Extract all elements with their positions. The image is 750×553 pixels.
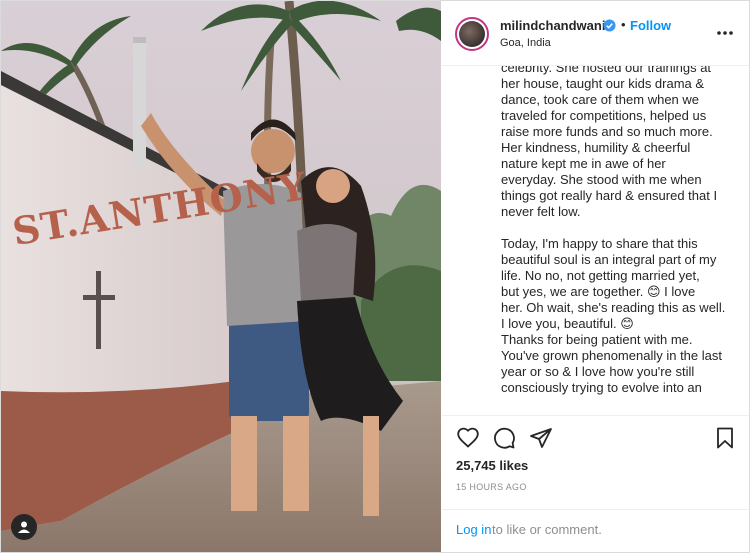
caption-line: Her kindness, humility & cheerful xyxy=(501,140,691,155)
tagged-users-button[interactable] xyxy=(11,514,37,540)
paper-plane-icon[interactable] xyxy=(529,426,553,450)
login-prompt-text: to like or comment. xyxy=(492,522,602,537)
caption-line: Thanks for being patient with me. xyxy=(501,332,693,347)
caption-line: dance, took care of them when we xyxy=(501,92,700,107)
post-photo[interactable]: ST.ANTHONY xyxy=(1,1,441,552)
post-header: milindchandwani • Follow Goa, India xyxy=(442,1,749,66)
caption-line: beautiful soul is an integral part of my xyxy=(501,252,717,267)
comment-icon[interactable] xyxy=(492,426,516,450)
post-actions: 25,745 likes 15 HOURS AGO Log in to like… xyxy=(442,415,749,553)
caption-line: everyday. She stood with me when xyxy=(501,172,702,187)
likes-count[interactable]: 25,745 likes xyxy=(456,458,528,473)
instagram-post: ST.ANTHONY milindchandwani • Follow Goa,… xyxy=(0,0,750,553)
user-tag-icon xyxy=(18,521,30,533)
verified-badge-icon xyxy=(603,19,616,32)
caption-line: life. No no, not getting married yet, xyxy=(501,268,700,283)
avatar[interactable] xyxy=(455,17,489,51)
caption-line: You've grown phenomenally in the last xyxy=(501,348,722,363)
caption-line: raise more funds and so much more. xyxy=(501,124,713,139)
login-link[interactable]: Log in xyxy=(456,522,491,537)
bookmark-icon[interactable] xyxy=(713,426,737,450)
caption-line: year or so & I love how you're still xyxy=(501,364,695,379)
caption-line: her house, taught our kids drama & xyxy=(501,76,705,91)
caption-line: Today, I'm happy to share that this xyxy=(501,236,698,251)
username-link[interactable]: milindchandwani xyxy=(500,18,605,33)
separator-dot: • xyxy=(621,17,626,32)
more-options-icon[interactable] xyxy=(715,23,735,43)
photo-scene xyxy=(1,1,441,552)
caption-scroll-area[interactable]: celebrity. She hosted our trainings at h… xyxy=(442,66,749,415)
caption-line: things got really hard & ensured that I xyxy=(501,188,718,203)
caption-line: her. Oh wait, she's reading this as well… xyxy=(501,300,726,315)
caption-line: traveled for competitions, helped us xyxy=(501,108,707,123)
avatar-image xyxy=(459,21,485,47)
heart-icon[interactable] xyxy=(456,426,480,450)
caption-text: celebrity. She hosted our trainings at h… xyxy=(501,66,731,412)
caption-line: never felt low. xyxy=(501,204,581,219)
caption-line: but yes, we are together. 😊 I love xyxy=(501,284,696,299)
caption-line: nature kept me in awe of her xyxy=(501,156,666,171)
post-sidebar: milindchandwani • Follow Goa, India cele… xyxy=(442,1,749,552)
post-timestamp: 15 HOURS AGO xyxy=(456,482,527,492)
caption-line: celebrity. She hosted our trainings at xyxy=(501,66,712,75)
location-link[interactable]: Goa, India xyxy=(500,37,551,49)
caption-paragraph-2: Today, I'm happy to share that this beau… xyxy=(501,236,731,396)
follow-button[interactable]: Follow xyxy=(630,18,671,33)
login-prompt: Log in to like or comment. xyxy=(442,509,749,553)
caption-line: consciously trying to evolve into an xyxy=(501,380,702,395)
caption-line: I love you, beautiful. 😊 xyxy=(501,316,634,331)
caption-paragraph-1: celebrity. She hosted our trainings at h… xyxy=(501,66,731,220)
